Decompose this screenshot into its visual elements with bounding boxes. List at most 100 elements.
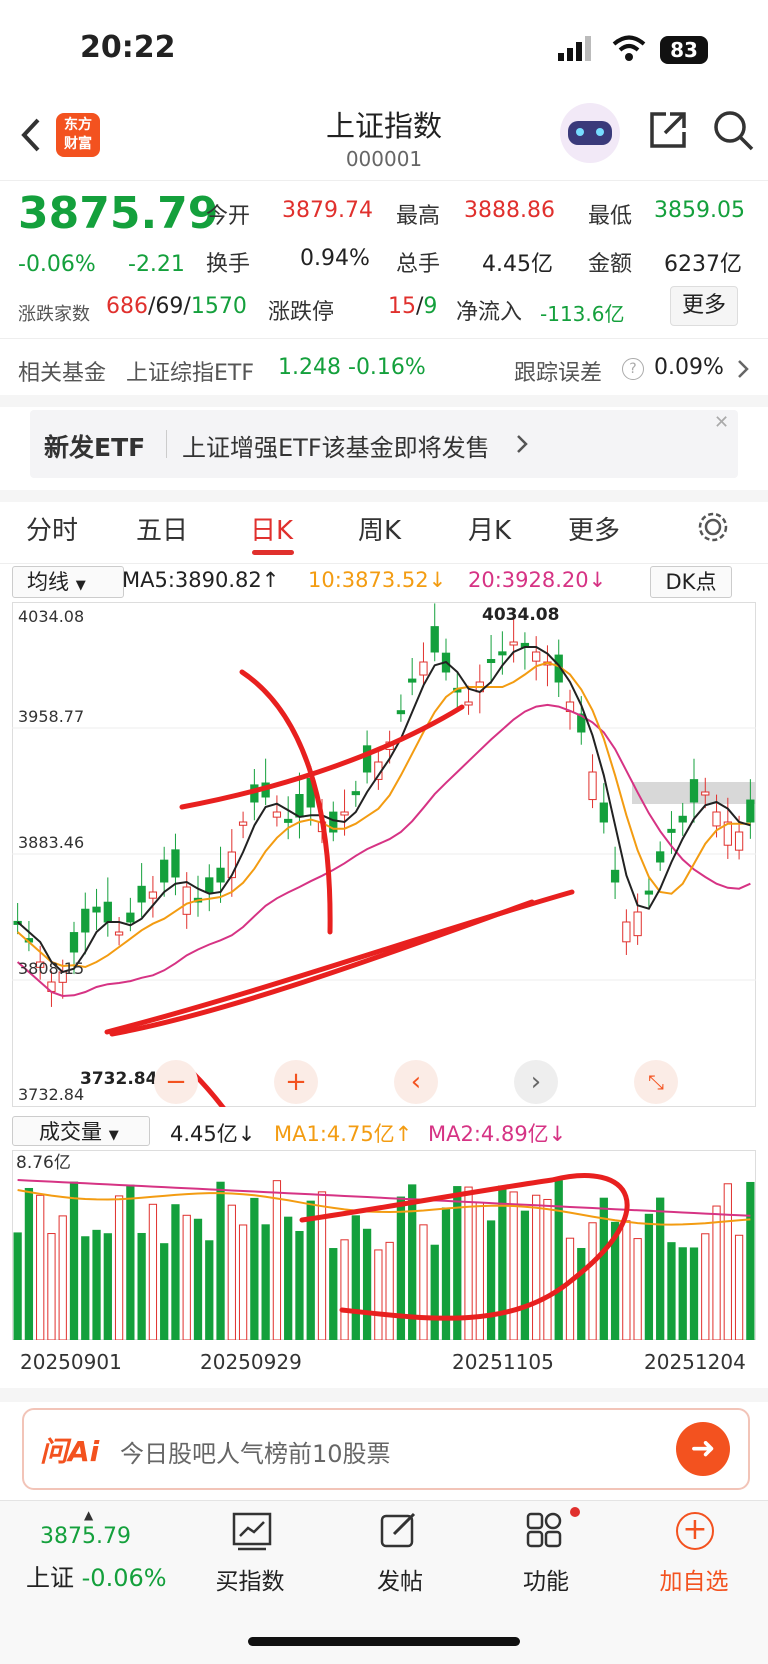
settings-gear-icon[interactable] bbox=[696, 510, 730, 544]
candle bbox=[295, 794, 304, 818]
clock: 20:22 bbox=[80, 30, 176, 65]
low-value: 3859.05 bbox=[654, 198, 745, 223]
kline-chart[interactable]: 4034.08 3958.77 3883.46 3808.15 3732.84 … bbox=[12, 602, 756, 1107]
volume-bar bbox=[126, 1184, 135, 1340]
breadth-values: 686/69/1570 bbox=[106, 294, 247, 319]
volume-bar bbox=[351, 1215, 360, 1340]
zoom-in-button[interactable]: + bbox=[274, 1060, 318, 1104]
divider bbox=[0, 563, 768, 564]
turnover-label: 换手 bbox=[206, 252, 251, 277]
last-price: 3875.79 bbox=[18, 188, 219, 239]
search-icon[interactable] bbox=[712, 109, 756, 153]
high-value: 3888.86 bbox=[464, 198, 555, 223]
volume-bar bbox=[92, 1229, 101, 1340]
fullscreen-icon[interactable]: ⤡ bbox=[634, 1060, 678, 1104]
volume-bar bbox=[47, 1233, 56, 1340]
tab-more[interactable]: 更多 bbox=[568, 510, 620, 547]
scroll-right-button[interactable]: › bbox=[514, 1060, 558, 1104]
promo-text: 上证增强ETF该基金即将发售 bbox=[182, 434, 490, 462]
candle bbox=[689, 779, 699, 803]
candle bbox=[92, 906, 101, 913]
post-button[interactable]: 发帖 bbox=[340, 1562, 460, 1596]
y-tick: 3958.77 bbox=[18, 707, 84, 726]
new-etf-banner[interactable]: 新发ETF 上证增强ETF该基金即将发售 ✕ bbox=[30, 410, 738, 478]
volume-chart[interactable]: 8.76亿 bbox=[12, 1150, 756, 1340]
volume-bar bbox=[193, 1218, 203, 1340]
volume-bar bbox=[362, 1228, 372, 1340]
ai-submit-arrow-icon[interactable]: ➜ bbox=[676, 1422, 730, 1476]
open-label: 今开 bbox=[206, 204, 251, 229]
hand-drawn-annotation bbox=[104, 669, 575, 1107]
volume-bar bbox=[419, 1224, 428, 1340]
volume-bar bbox=[577, 1247, 586, 1340]
volume-bar bbox=[532, 1194, 541, 1340]
volume-bar bbox=[103, 1233, 112, 1340]
volume-bar bbox=[58, 1215, 67, 1340]
tracking-value: 0.09% bbox=[654, 355, 724, 380]
high-label: 最高 bbox=[396, 204, 441, 229]
candle bbox=[216, 867, 225, 883]
date-label: 20251204 bbox=[644, 1350, 746, 1374]
ai-assistant-icon[interactable] bbox=[560, 103, 620, 163]
volume-bar bbox=[712, 1205, 721, 1340]
zoom-out-button[interactable]: − bbox=[154, 1060, 198, 1104]
volume-bar bbox=[588, 1222, 597, 1340]
buy-index-button[interactable]: 买指数 bbox=[190, 1562, 310, 1596]
dk-point-button[interactable]: DK点 bbox=[650, 566, 732, 598]
volume-bar bbox=[227, 1204, 236, 1340]
y-tick: 3732.84 bbox=[18, 1085, 84, 1104]
candle bbox=[532, 651, 541, 662]
limit-values: 15/9 bbox=[388, 294, 438, 319]
ma-selector[interactable]: 均线 ▼ bbox=[12, 566, 124, 598]
volume-bar bbox=[520, 1210, 530, 1340]
volume-bar bbox=[701, 1233, 710, 1340]
candle bbox=[610, 869, 620, 883]
volume-bar bbox=[723, 1183, 732, 1340]
volume-bar bbox=[475, 1202, 484, 1340]
tab-intraday[interactable]: 分时 bbox=[26, 510, 78, 547]
volume-ma1: MA1:4.75亿↑ bbox=[274, 1122, 413, 1146]
volume-bar bbox=[565, 1237, 575, 1340]
share-icon[interactable] bbox=[648, 110, 688, 150]
volume-ma2: MA2:4.89亿↓ bbox=[428, 1122, 567, 1146]
candle bbox=[148, 891, 158, 899]
candle bbox=[622, 921, 631, 943]
inflow-value: -113.6亿 bbox=[540, 302, 625, 326]
y-tick: 4034.08 bbox=[18, 607, 84, 626]
divider bbox=[0, 338, 768, 339]
candle bbox=[81, 908, 90, 933]
candle bbox=[486, 659, 496, 664]
ai-brand-logo: 问Ai bbox=[40, 1435, 100, 1468]
close-icon[interactable]: ✕ bbox=[714, 412, 729, 433]
min-price-label: 3732.84 bbox=[80, 1069, 158, 1089]
scroll-left-button[interactable]: ‹ bbox=[394, 1060, 438, 1104]
ai-search-bar[interactable]: 问Ai 今日股吧人气榜前10股票 ➜ bbox=[22, 1408, 750, 1490]
chart-trend-icon bbox=[232, 1512, 272, 1551]
candle bbox=[103, 901, 112, 923]
tab-daily-k[interactable]: 日K bbox=[250, 510, 293, 547]
candle bbox=[509, 641, 518, 646]
tab-weekly-k[interactable]: 周K bbox=[358, 510, 401, 547]
expand-up-icon[interactable]: ▲ bbox=[84, 1508, 93, 1522]
candle bbox=[633, 911, 642, 937]
bottom-index-quote[interactable]: 上证 -0.06% bbox=[26, 1558, 167, 1593]
tab-five-day[interactable]: 五日 bbox=[136, 510, 188, 547]
section-separator bbox=[0, 490, 768, 502]
change-amount: -2.21 bbox=[128, 252, 185, 277]
low-label: 最低 bbox=[588, 204, 633, 229]
volume-bar bbox=[272, 1180, 282, 1340]
fund-change: -0.16% bbox=[348, 355, 426, 380]
turnover-value: 0.94% bbox=[300, 246, 370, 271]
tab-monthly-k[interactable]: 月K bbox=[468, 510, 511, 547]
volume-bar bbox=[171, 1204, 180, 1340]
help-icon[interactable]: ? bbox=[622, 358, 644, 380]
more-button[interactable]: 更多 bbox=[670, 286, 738, 326]
volume-indicator-selector[interactable]: 成交量 ▼ bbox=[12, 1116, 150, 1146]
candle bbox=[340, 811, 349, 816]
amount-label: 金额 bbox=[588, 252, 633, 277]
volume-bar bbox=[205, 1240, 214, 1340]
chevron-right-icon bbox=[738, 360, 749, 378]
volume-bar bbox=[509, 1191, 518, 1340]
features-button[interactable]: 功能 bbox=[486, 1562, 606, 1596]
add-watchlist-button[interactable]: 加自选 bbox=[634, 1562, 754, 1596]
